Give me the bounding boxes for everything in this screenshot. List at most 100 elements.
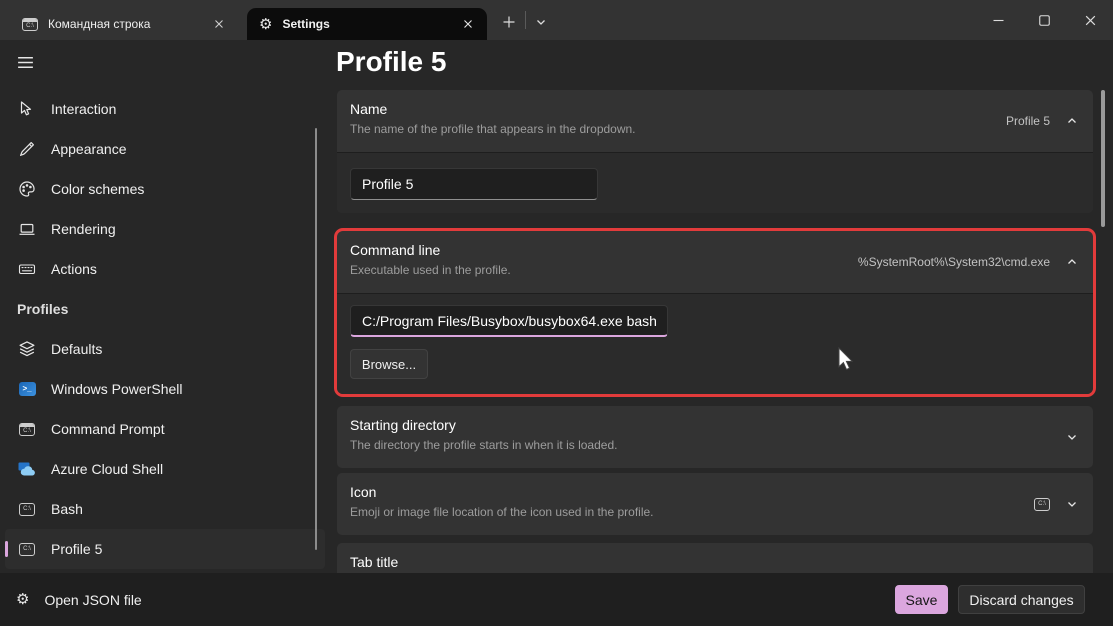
bottom-bar: ⚙ Open JSON file Save Discard changes [0,573,1113,626]
selection-indicator [5,541,8,557]
setting-title: Name [350,101,1077,117]
expander-body-name [337,152,1093,213]
expander-header-name[interactable]: Name The name of the profile that appear… [337,90,1093,152]
setting-card-tab-title: Tab title [337,543,1093,573]
sidebar-scrollbar[interactable] [315,128,317,550]
settings-sidebar: Interaction Appearance Color schemes Ren… [0,40,330,573]
browse-button[interactable]: Browse... [350,349,428,379]
setting-current-value: Profile 5 [1006,114,1050,128]
cmd-icon-text: C:\ [26,23,34,29]
gear-icon: ⚙ [259,17,272,32]
close-tab-icon[interactable] [210,15,228,33]
maximize-button[interactable] [1021,0,1067,40]
new-tab-button[interactable] [497,12,521,32]
sidebar-item-defaults[interactable]: Defaults [5,329,325,369]
setting-card-name: Name The name of the profile that appear… [337,90,1093,213]
sidebar-item-label: Appearance [51,141,127,157]
cmd-window-icon: C:\ [17,423,37,436]
settings-content: Profile 5 Name The name of the profile t… [330,40,1113,573]
setting-description: The name of the profile that appears in … [350,122,1077,136]
open-json-file-button[interactable]: ⚙ Open JSON file [16,573,142,626]
close-tab-icon[interactable] [459,15,477,33]
sidebar-item-interaction[interactable]: Interaction [5,89,325,129]
sidebar-item-bash[interactable]: C:\ Bash [5,489,325,529]
interaction-cursor-icon [17,100,37,118]
expander-body-command-line: Browse... [337,293,1093,394]
discard-changes-button[interactable]: Discard changes [958,585,1085,614]
sidebar-item-color-schemes[interactable]: Color schemes [5,169,325,209]
sidebar-nav: Interaction Appearance Color schemes Ren… [0,89,330,569]
terminal-icon-text: C:\ [1038,501,1046,507]
terminal-icon-text: C:\ [23,546,31,552]
expander-header-tab-title[interactable]: Tab title [337,543,1093,573]
terminal-settings-window: C:\ Командная строка ⚙ Settings [0,0,1113,626]
gear-icon: ⚙ [16,592,29,607]
expander-header-starting-directory[interactable]: Starting directory The directory the pro… [337,406,1093,468]
sidebar-item-windows-powershell[interactable]: >_ Windows PowerShell [5,369,325,409]
sidebar-item-azure-cloud-shell[interactable]: Azure Cloud Shell [5,449,325,489]
sidebar-item-actions[interactable]: Actions [5,249,325,289]
terminal-icon: C:\ [17,503,37,516]
cmd-icon-text: C:\ [23,428,31,434]
powershell-glyph: >_ [22,384,31,393]
sidebar-item-appearance[interactable]: Appearance [5,129,325,169]
tab-label: Settings [282,17,459,31]
setting-title: Tab title [350,554,1077,570]
palette-icon [17,180,37,198]
minimize-button[interactable] [975,0,1021,40]
chevron-up-icon[interactable] [1066,256,1078,268]
profile-name-input[interactable] [350,168,598,200]
tab-label: Командная строка [48,17,210,31]
terminal-icon: C:\ [17,543,37,556]
sidebar-item-command-prompt[interactable]: C:\ Command Prompt [5,409,325,449]
powershell-icon: >_ [17,382,37,396]
sidebar-item-label: Bash [51,501,83,517]
chevron-down-icon[interactable] [1066,431,1078,443]
sidebar-item-label: Azure Cloud Shell [51,461,163,477]
setting-description: The directory the profile starts in when… [350,438,1077,452]
cmd-window-icon: C:\ [22,18,38,31]
menu-icon[interactable] [16,53,36,73]
profiles-section-header: Profiles [0,289,330,329]
azure-cloud-icon [17,462,37,476]
chevron-down-icon[interactable] [1066,498,1078,510]
layers-icon [17,340,37,358]
close-button[interactable] [1067,0,1113,40]
setting-description: Emoji or image file location of the icon… [350,505,1077,519]
setting-title: Icon [350,484,1077,500]
tab-settings[interactable]: ⚙ Settings [247,8,487,40]
sidebar-item-label: Defaults [51,341,102,357]
keyboard-icon [17,260,37,278]
sidebar-item-label: Interaction [51,101,116,117]
terminal-icon-text: C:\ [23,506,31,512]
laptop-icon [17,220,37,238]
profile-icon-preview: C:\ [1034,498,1050,511]
expander-header-icon[interactable]: Icon Emoji or image file location of the… [337,473,1093,535]
command-line-input[interactable] [350,305,668,337]
sidebar-item-label: Command Prompt [51,421,165,437]
sidebar-item-label: Actions [51,261,97,277]
setting-card-command-line: Command line Executable used in the prof… [337,231,1093,394]
sidebar-item-label: Rendering [51,221,116,237]
tab-command-prompt[interactable]: C:\ Командная строка [10,8,238,40]
chevron-up-icon[interactable] [1066,115,1078,127]
window-controls [975,0,1113,40]
setting-title: Starting directory [350,417,1077,433]
setting-card-starting-directory: Starting directory The directory the pro… [337,406,1093,468]
tabbar-divider [525,11,526,29]
titlebar: C:\ Командная строка ⚙ Settings [0,0,1113,40]
sidebar-item-label: Windows PowerShell [51,381,183,397]
content-scrollbar[interactable] [1101,90,1105,227]
tab-dropdown-button[interactable] [529,12,553,32]
expander-header-command-line[interactable]: Command line Executable used in the prof… [337,231,1093,293]
sidebar-item-profile-5[interactable]: C:\ Profile 5 [5,529,325,569]
setting-card-icon: Icon Emoji or image file location of the… [337,473,1093,535]
paintbrush-icon [17,140,37,158]
save-button[interactable]: Save [895,585,948,614]
setting-current-value: %SystemRoot%\System32\cmd.exe [858,255,1050,269]
sidebar-item-rendering[interactable]: Rendering [5,209,325,249]
sidebar-item-label: Profile 5 [51,541,102,557]
open-json-file-label: Open JSON file [44,592,141,608]
page-title: Profile 5 [336,46,446,78]
sidebar-item-label: Color schemes [51,181,144,197]
